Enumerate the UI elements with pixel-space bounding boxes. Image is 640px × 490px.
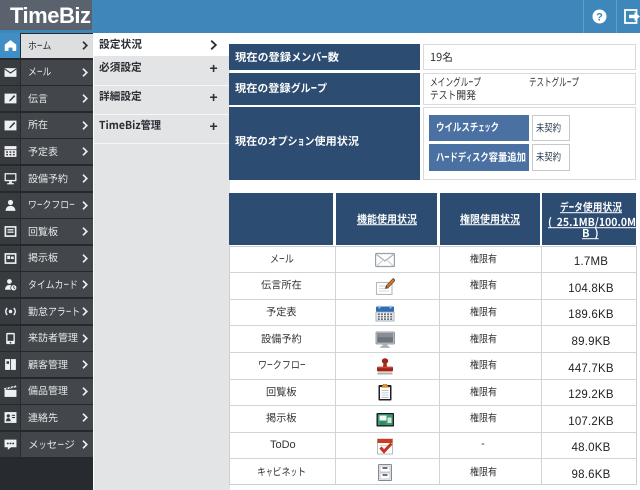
svg-text:?: ? — [596, 11, 603, 23]
